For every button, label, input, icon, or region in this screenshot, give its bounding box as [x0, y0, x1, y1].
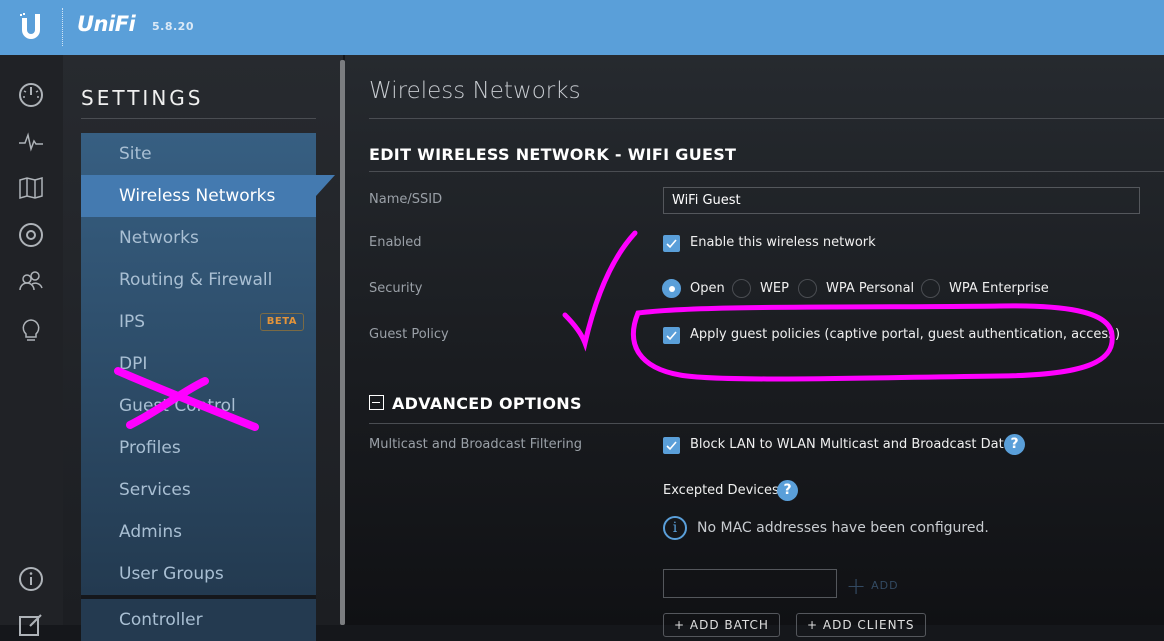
sidebar-item-label: IPS	[119, 312, 146, 332]
mac-address-input[interactable]	[663, 569, 837, 598]
add-clients-button[interactable]: + ADD CLIENTS	[796, 613, 926, 637]
advanced-divider	[369, 423, 1164, 424]
active-indicator	[316, 175, 335, 196]
sidebar-item-label: Wireless Networks	[119, 186, 276, 206]
ubiquiti-logo-icon[interactable]	[18, 12, 44, 42]
sidebar-item-dpi[interactable]: DPI	[81, 343, 316, 385]
help-icon[interactable]: ?	[1004, 434, 1025, 455]
add-mac-button[interactable]: + ADD	[846, 572, 899, 600]
security-option-wep: WEP	[760, 281, 789, 296]
sidebar-item-site[interactable]: Site	[81, 133, 316, 175]
sidebar-item-label: Site	[119, 144, 152, 164]
edit-icon[interactable]	[17, 611, 45, 639]
section-divider	[369, 171, 1164, 172]
clients-icon[interactable]	[17, 267, 45, 295]
sidebar-item-networks[interactable]: Networks	[81, 217, 316, 259]
title-divider	[369, 118, 1164, 119]
info-icon[interactable]	[17, 565, 45, 593]
sidebar-item-guest-control[interactable]: Guest Control	[81, 385, 316, 427]
guest-policy-text: Apply guest policies (captive portal, gu…	[690, 327, 1121, 342]
sidebar-item-controller[interactable]: Controller	[81, 599, 316, 641]
section-title: EDIT WIRELESS NETWORK - WIFI GUEST	[369, 145, 737, 164]
name-ssid-label: Name/SSID	[369, 192, 443, 207]
devices-icon[interactable]	[17, 221, 45, 249]
security-radio-wep[interactable]	[732, 279, 751, 298]
icon-rail	[0, 55, 63, 636]
beta-badge: BETA	[259, 313, 304, 331]
sidebar-item-label: Networks	[119, 228, 199, 248]
guest-policy-label: Guest Policy	[369, 327, 449, 342]
settings-nav: Site Wireless Networks Networks Routing …	[81, 133, 335, 641]
topbar-divider	[62, 8, 63, 46]
sidebar-item-services[interactable]: Services	[81, 469, 316, 511]
sidebar-item-routing-firewall[interactable]: Routing & Firewall	[81, 259, 316, 301]
checkmark-icon	[666, 331, 677, 341]
sidebar-item-label: Profiles	[119, 438, 181, 458]
sidebar-item-label: Services	[119, 480, 191, 500]
plus-icon: +	[846, 572, 868, 600]
guest-policy-checkbox[interactable]	[663, 327, 680, 344]
security-radio-wpa-personal[interactable]	[798, 279, 817, 298]
add-batch-button[interactable]: + ADD BATCH	[663, 613, 780, 637]
plus-icon: +	[807, 618, 823, 632]
settings-nav-group-2: Controller	[81, 599, 316, 641]
sidebar-item-label: Admins	[119, 522, 183, 542]
dashboard-icon[interactable]	[17, 81, 45, 109]
collapse-icon[interactable]	[369, 395, 384, 410]
multicast-checkbox[interactable]	[663, 437, 680, 454]
insights-icon[interactable]	[17, 317, 45, 345]
security-radio-open[interactable]	[662, 279, 681, 298]
sidebar-item-label: DPI	[119, 354, 148, 374]
security-radio-wpa-enterprise[interactable]	[921, 279, 940, 298]
add-label: ADD	[871, 579, 899, 592]
checkmark-icon	[666, 239, 677, 249]
no-mac-message: No MAC addresses have been configured.	[697, 520, 989, 536]
multicast-label: Multicast and Broadcast Filtering	[369, 437, 583, 452]
excepted-devices-label: Excepted Devices	[663, 483, 779, 498]
sidebar-item-ips[interactable]: IPS BETA	[81, 301, 316, 343]
version-label: 5.8.20	[152, 20, 194, 33]
advanced-options-title[interactable]: ADVANCED OPTIONS	[392, 394, 582, 413]
enabled-label: Enabled	[369, 235, 422, 250]
sidebar-item-label: Routing & Firewall	[119, 270, 273, 290]
plus-icon: +	[674, 618, 690, 632]
settings-title: SETTINGS	[81, 86, 204, 110]
sidebar-item-wireless-networks[interactable]: Wireless Networks	[81, 175, 335, 217]
security-option-wpa-personal: WPA Personal	[826, 281, 915, 296]
sidebar-item-label: User Groups	[119, 564, 224, 584]
multicast-text: Block LAN to WLAN Multicast and Broadcas…	[690, 437, 1012, 452]
enabled-text: Enable this wireless network	[690, 235, 876, 250]
settings-divider	[81, 118, 316, 119]
ssid-input[interactable]	[663, 187, 1140, 214]
page-title: Wireless Networks	[369, 78, 581, 104]
settings-nav-group: Site Wireless Networks Networks Routing …	[81, 133, 335, 595]
unifi-logo: UniFi	[77, 12, 136, 36]
statistics-icon[interactable]	[17, 128, 45, 156]
sidebar-item-label: Controller	[119, 610, 203, 630]
enabled-checkbox[interactable]	[663, 235, 680, 252]
sidebar-item-label: Guest Control	[119, 396, 236, 416]
add-batch-label: ADD BATCH	[689, 618, 769, 632]
security-label: Security	[369, 281, 423, 296]
sidebar-item-profiles[interactable]: Profiles	[81, 427, 316, 469]
checkmark-icon	[666, 441, 677, 451]
security-option-wpa-enterprise: WPA Enterprise	[949, 281, 1049, 296]
security-option-open: Open	[690, 281, 725, 296]
top-bar: UniFi 5.8.20	[0, 0, 1164, 55]
sidebar-item-user-groups[interactable]: User Groups	[81, 553, 316, 595]
info-icon: i	[663, 516, 687, 540]
sidebar-item-admins[interactable]: Admins	[81, 511, 316, 553]
add-clients-label: ADD CLIENTS	[822, 618, 915, 632]
map-icon[interactable]	[17, 174, 45, 202]
help-icon[interactable]: ?	[777, 480, 798, 501]
